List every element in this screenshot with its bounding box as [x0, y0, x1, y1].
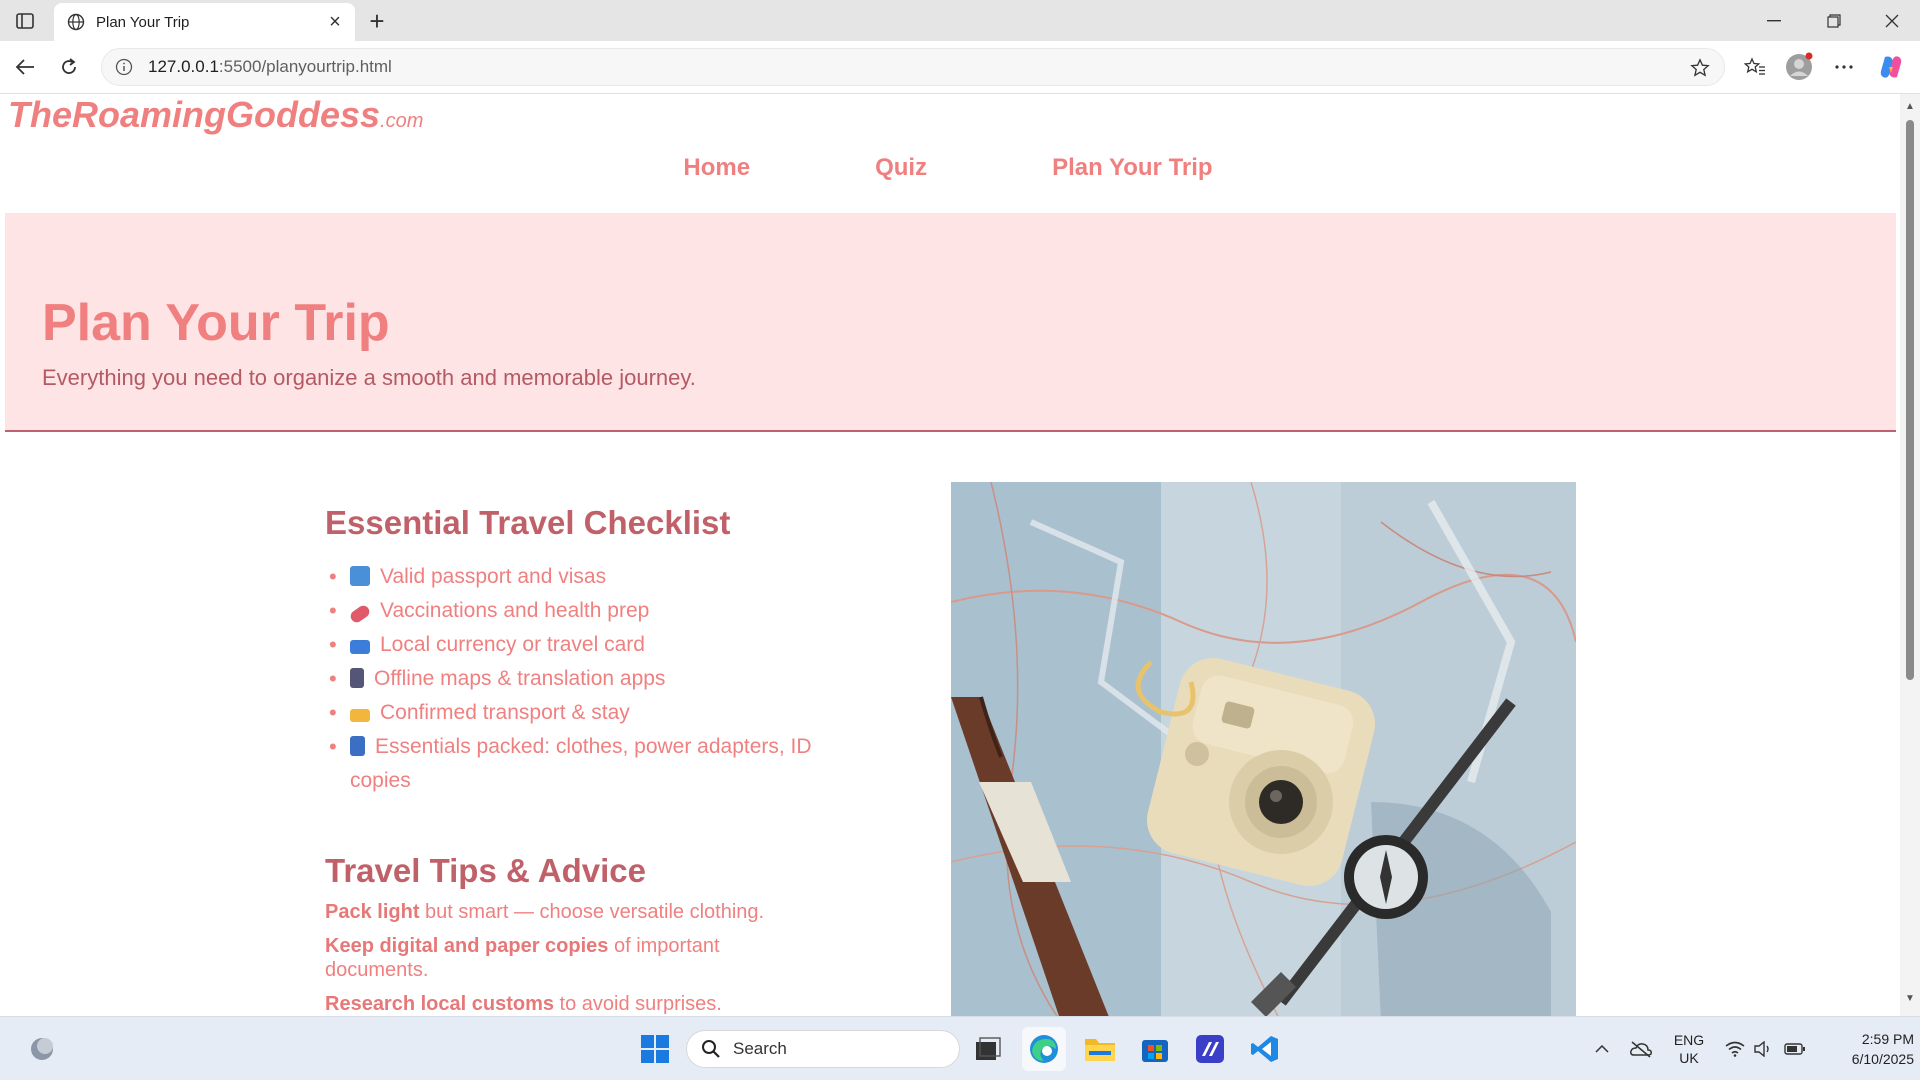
new-tab-icon[interactable]: + [362, 6, 392, 36]
restore-icon[interactable] [1806, 0, 1862, 41]
url-text: 127.0.0.1:5500/planyourtrip.html [148, 57, 392, 76]
nav-link-quiz[interactable]: Quiz [875, 154, 927, 182]
vscode-icon[interactable] [1243, 1027, 1287, 1071]
list-item: Confirmed transport & stay [325, 696, 825, 730]
page-title: Plan Your Trip [42, 294, 390, 352]
checklist-heading: Essential Travel Checklist [325, 504, 731, 541]
address-bar[interactable]: 127.0.0.1:5500/planyourtrip.html [101, 48, 1725, 86]
list-item: Essentials packed: clothes, power adapte… [325, 730, 825, 798]
nav-link-home[interactable]: Home [683, 154, 750, 182]
ticket-icon [350, 709, 370, 722]
passport-icon [350, 566, 370, 586]
search-label: Search [733, 1039, 787, 1058]
taskbar: Search ENG UK 2:59 PM 6/10/2025 [0, 1016, 1920, 1080]
reload-icon[interactable] [52, 50, 86, 84]
taskbar-search-box[interactable]: Search [686, 1030, 960, 1068]
tab-bar: Plan Your Trip × + [0, 0, 1920, 41]
favorites-icon[interactable] [1738, 50, 1772, 84]
close-window-icon[interactable] [1864, 0, 1920, 41]
nav-link-plan-your-trip[interactable]: Plan Your Trip [1052, 154, 1212, 182]
page-viewport: TheRoamingGoddess.com Home Quiz Plan You… [0, 94, 1900, 1016]
list-item: Offline maps & translation apps [325, 662, 825, 696]
list-item: Valid passport and visas [325, 560, 825, 594]
pill-icon [348, 603, 372, 625]
close-tab-icon[interactable]: × [323, 10, 347, 34]
microsoft-store-icon[interactable] [1133, 1027, 1177, 1071]
tab-title: Plan Your Trip [96, 13, 190, 31]
tab-actions-icon[interactable] [12, 8, 38, 34]
page-scrollbar[interactable]: ▲ ▼ [1900, 94, 1920, 1016]
volume-icon[interactable] [1750, 1017, 1776, 1080]
profile-avatar-icon[interactable] [1782, 50, 1816, 84]
trip-info-column: Essential Travel Checklist Valid passpor… [325, 504, 825, 1016]
brand-tld: .com [380, 110, 424, 132]
credit-card-icon [350, 640, 370, 654]
list-item: Vaccinations and health prep [325, 594, 825, 628]
site-info-icon[interactable] [114, 57, 134, 77]
brand-name: TheRoamingGoddess [8, 94, 381, 135]
chevron-up-icon[interactable] [1588, 1017, 1616, 1080]
wifi-icon[interactable] [1722, 1017, 1748, 1080]
site-logo[interactable]: TheRoamingGoddess.com [8, 94, 423, 136]
task-view-icon[interactable] [966, 1027, 1010, 1071]
edge-browser-icon[interactable] [1022, 1027, 1066, 1071]
mobile-phone-icon [350, 668, 364, 688]
travel-map-camera-photo [951, 482, 1576, 1016]
tip-item: Pack light but smart — choose versatile … [325, 901, 765, 923]
hero-banner: Plan Your Trip Everything you need to or… [5, 213, 1896, 432]
browser-toolbar: 127.0.0.1:5500/planyourtrip.html [0, 41, 1920, 94]
luggage-icon [350, 736, 365, 756]
main-nav: Home Quiz Plan Your Trip [0, 154, 1896, 182]
travel-checklist: Valid passport and visas Vaccinations an… [325, 560, 825, 798]
system-clock[interactable]: 2:59 PM 6/10/2025 [1820, 1029, 1914, 1069]
windows-start-icon[interactable] [633, 1027, 677, 1071]
page-subtitle: Everything you need to organize a smooth… [42, 365, 696, 390]
favorite-star-icon[interactable] [1688, 56, 1712, 80]
language-indicator[interactable]: ENG UK [1666, 1031, 1712, 1067]
onedrive-offline-icon[interactable] [1626, 1017, 1656, 1080]
app-launcher-icon[interactable] [1188, 1027, 1232, 1071]
tip-item: Keep digital and paper copies of importa… [325, 935, 720, 981]
back-arrow-icon[interactable] [8, 50, 42, 84]
weather-widget-icon[interactable] [20, 1027, 64, 1071]
more-options-icon[interactable] [1827, 50, 1861, 84]
scrollbar-thumb[interactable] [1906, 120, 1914, 680]
file-explorer-icon[interactable] [1078, 1027, 1122, 1071]
scroll-down-arrow-icon[interactable]: ▼ [1905, 994, 1915, 1004]
search-icon [701, 1039, 721, 1059]
scroll-up-arrow-icon[interactable]: ▲ [1905, 102, 1915, 112]
tip-item: Research local customs to avoid surprise… [325, 993, 722, 1015]
list-item: Local currency or travel card [325, 628, 825, 662]
battery-icon[interactable] [1780, 1017, 1810, 1080]
minimize-icon[interactable] [1746, 0, 1802, 41]
tips-heading: Travel Tips & Advice [325, 852, 646, 889]
globe-icon [66, 12, 86, 32]
copilot-icon[interactable] [1874, 50, 1908, 84]
browser-tab-active[interactable]: Plan Your Trip × [54, 3, 355, 41]
